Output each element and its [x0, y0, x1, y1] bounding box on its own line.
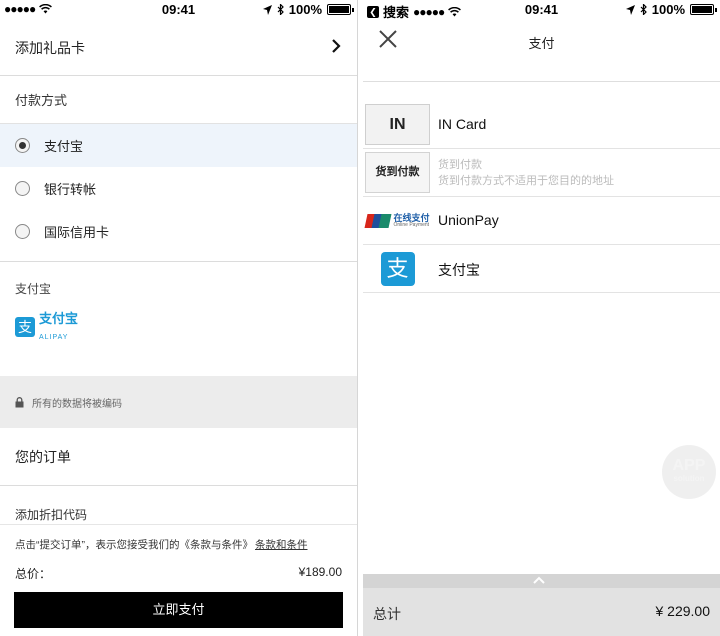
battery-icon [327, 4, 354, 15]
total-label: 总计 [373, 606, 401, 622]
payment-option-bank-transfer[interactable]: 银行转帐 [0, 167, 357, 210]
total-footer: 总计 ¥ 229.00 [363, 574, 720, 636]
method-unavailable-note: 货到付款方式不适用于您目的的地址 [438, 175, 614, 187]
alipay-logo-sub: ALIPAY [39, 334, 69, 341]
watermark-line2: solution [673, 474, 705, 483]
secure-note-text: 所有的数据将被编码 [32, 398, 122, 410]
alipay-glyph: 支 [380, 251, 415, 286]
gift-card-label: 添加礼品卡 [15, 39, 85, 56]
method-cash-on-delivery: 货到付款 货到付款 货到付款方式不适用于您目的的地址 [363, 149, 720, 197]
alipay-logo: 支 支付宝 ALIPAY [15, 311, 342, 343]
location-icon [625, 4, 635, 15]
method-in-card[interactable]: IN IN Card [363, 101, 720, 149]
terms-notice: 点击“提交订单”，表示您接受我们的《条款与条件》 条款和条件 [15, 537, 308, 552]
alipay-icon: 支 [15, 317, 35, 337]
bluetooth-icon [640, 4, 647, 15]
payment-option-credit-card[interactable]: 国际信用卡 [0, 210, 357, 253]
total-label: 总价： [15, 567, 52, 581]
method-name: 货到付款 [438, 159, 482, 171]
method-alipay[interactable]: 支 支付宝 [363, 245, 720, 293]
app-solution-watermark: APP solution [662, 445, 716, 499]
payment-option-label: 国际信用卡 [44, 225, 110, 240]
nav-bar: 支付 [363, 20, 720, 82]
bluetooth-icon [277, 4, 284, 15]
add-gift-card-row[interactable]: 添加礼品卡 [0, 20, 357, 76]
in-card-icon: IN [365, 104, 430, 145]
chevron-right-icon [332, 39, 341, 53]
page-title: 支付 [528, 36, 555, 51]
expand-handle[interactable] [363, 574, 720, 588]
payment-option-label: 支付宝 [44, 139, 84, 154]
method-name: UnionPay [438, 212, 499, 228]
terms-text: 点击“提交订单”，表示您接受我们的《条款与条件》 [15, 539, 253, 551]
cash-on-delivery-icon: 货到付款 [365, 152, 430, 193]
watermark-line1: APP [672, 457, 706, 474]
total-row: 总价： ¥189.00 [15, 565, 342, 582]
payment-option-label: 银行转帐 [44, 182, 97, 197]
checkout-screen: ●●●●● 09:41 100% 添加礼品卡 付款方式 支付宝 银行转帐 国际信… [0, 0, 358, 636]
unionpay-logo-text: 在线支付 [393, 212, 430, 223]
payment-option-alipay[interactable]: 支付宝 [0, 124, 357, 167]
total-amount: ¥ 229.00 [655, 603, 711, 619]
battery-percent: 100% [651, 2, 685, 17]
alipay-logo-text: 支付宝 [39, 311, 79, 326]
radio-selected-icon[interactable] [15, 138, 30, 153]
discount-label: 添加折扣代码 [15, 507, 88, 522]
order-title: 您的订单 [15, 448, 71, 465]
pay-now-button[interactable]: 立即支付 [14, 592, 343, 628]
battery-icon [690, 4, 717, 15]
unionpay-icon: 在线支付 Online Payment [364, 200, 430, 241]
terms-link[interactable]: 条款和条件 [255, 539, 308, 551]
secure-data-notice: 所有的数据将被编码 [0, 376, 357, 428]
battery-percent: 100% [288, 2, 322, 17]
radio-icon[interactable] [15, 224, 30, 239]
method-unionpay[interactable]: 在线支付 Online Payment UnionPay [363, 197, 720, 245]
alipay-icon: 支 [365, 248, 430, 289]
payment-method-title: 付款方式 [15, 93, 68, 108]
method-name: IN Card [438, 116, 487, 132]
total-value: ¥189.00 [298, 565, 342, 579]
chevron-up-icon [533, 576, 545, 584]
location-icon [262, 4, 272, 15]
alipay-section: 支付宝 支 支付宝 ALIPAY [0, 262, 357, 376]
payment-method-heading: 付款方式 [0, 76, 357, 124]
checkout-bar: 点击“提交订单”，表示您接受我们的《条款与条件》 条款和条件 总价： ¥189.0… [0, 524, 357, 636]
radio-icon[interactable] [15, 181, 30, 196]
status-bar: ●●●●● 09:41 100% [0, 0, 357, 20]
unionpay-logo-sub: Online Payment [393, 221, 430, 228]
lock-icon [15, 396, 24, 407]
alipay-section-label: 支付宝 [15, 282, 52, 296]
method-name: 支付宝 [438, 262, 480, 278]
your-order-heading: 您的订单 [0, 428, 357, 486]
status-bar: ❮ 搜索 ●●●●● 09:41 100% [363, 0, 720, 20]
payment-picker-screen: ❮ 搜索 ●●●●● 09:41 100% 支付 IN IN Card 货到付款… [363, 0, 720, 636]
